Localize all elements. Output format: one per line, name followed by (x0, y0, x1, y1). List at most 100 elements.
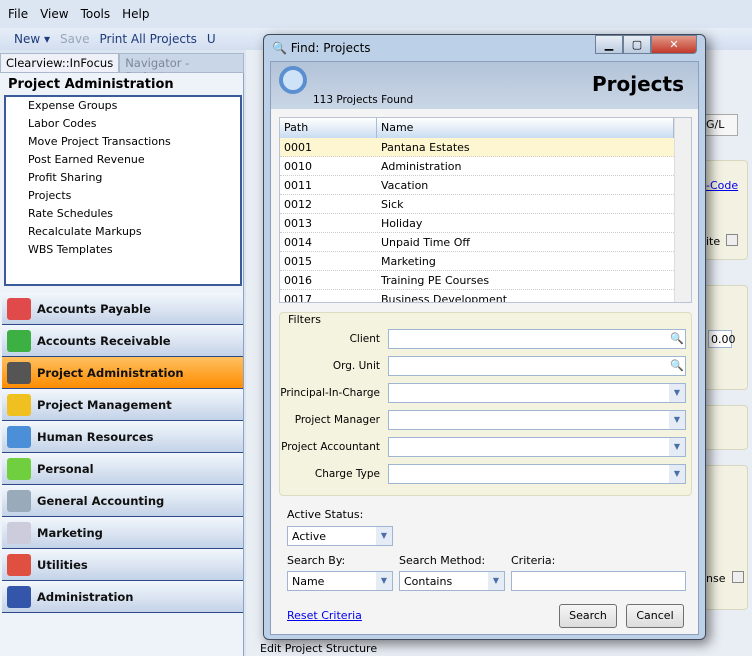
search-by-label: Search By: (287, 554, 346, 567)
principal-in-charge-label: Principal-In-Charge (280, 387, 380, 399)
ite-checkbox[interactable] (726, 234, 738, 246)
name-cell: Sick (381, 198, 404, 211)
edit-project-structure[interactable]: Edit Project Structure (260, 642, 377, 655)
table-row[interactable]: 0014 Unpaid Time Off (280, 233, 674, 252)
save-button[interactable]: Save (60, 32, 89, 46)
search-icon[interactable]: 🔍 (669, 330, 685, 348)
tab-navigator[interactable]: Navigator - Projects (119, 53, 244, 84)
charge-type-input[interactable]: ▼ (388, 464, 686, 484)
column-name[interactable]: Name (377, 118, 674, 138)
project-manager-label: Project Manager (294, 414, 380, 426)
chevron-down-icon[interactable]: ▼ (669, 438, 685, 456)
nse-checkbox[interactable] (732, 571, 744, 583)
toolbar-partial-button[interactable]: U (207, 32, 216, 46)
cancel-button[interactable]: Cancel (626, 604, 684, 628)
maximize-button[interactable]: ▢ (623, 35, 651, 54)
tree-item[interactable]: Recalculate Markups (6, 223, 240, 241)
nav-accounts-payable[interactable]: Accounts Payable (2, 293, 243, 325)
nav-label: Project Administration (37, 365, 184, 380)
criteria-label: Criteria: (511, 554, 556, 567)
search-icon[interactable]: 🔍 (669, 357, 685, 375)
nav-marketing[interactable]: Marketing (2, 517, 243, 549)
tree-item[interactable]: WBS Templates (6, 241, 240, 259)
project-management-icon (7, 393, 31, 416)
search-icon: 🔍 (272, 41, 287, 55)
client-input[interactable]: 🔍 (388, 329, 686, 349)
results-grid: Path Name 0001 Pantana Estates 0010 Adminis… (279, 117, 692, 303)
table-row[interactable]: 0017 Business Development (280, 290, 674, 302)
minimize-button[interactable]: ▁ (595, 35, 623, 54)
client-label: Client (349, 333, 380, 345)
chevron-down-icon[interactable]: ▼ (669, 465, 685, 483)
principal-in-charge-input[interactable]: ▼ (388, 383, 686, 403)
project-accountant-label: Project Accountant (281, 441, 380, 453)
tree-item[interactable]: Projects (6, 187, 240, 205)
nav-human-resources[interactable]: Human Resources (2, 421, 243, 453)
search-method-select[interactable]: Contains ▼ (399, 571, 505, 591)
nav-label: Marketing (37, 525, 103, 540)
nav-project-management[interactable]: Project Management (2, 389, 243, 421)
search-by-select[interactable]: Name ▼ (287, 571, 393, 591)
tree-item[interactable]: Profit Sharing (6, 169, 240, 187)
chevron-down-icon[interactable]: ▼ (669, 384, 685, 402)
project-manager-input[interactable]: ▼ (388, 410, 686, 430)
table-row[interactable]: 0010 Administration (280, 157, 674, 176)
magnifier-icon (279, 66, 307, 94)
tab-gl[interactable]: G/L (702, 114, 738, 136)
marketing-icon (7, 521, 31, 544)
amount-field[interactable]: 0.00 (708, 330, 736, 348)
menu-help[interactable]: Help (122, 7, 149, 21)
criteria-input[interactable] (511, 571, 686, 591)
close-button[interactable]: ✕ (651, 35, 697, 54)
charge-type-label: Charge Type (314, 468, 380, 480)
menu-file[interactable]: File (8, 7, 28, 21)
table-row[interactable]: 0012 Sick (280, 195, 674, 214)
nav-accounts-receivable[interactable]: Accounts Receivable (2, 325, 243, 357)
reset-criteria-link[interactable]: Reset Criteria (287, 609, 362, 622)
grid-header: Path Name (280, 118, 674, 138)
table-row[interactable]: 0013 Holiday (280, 214, 674, 233)
tab-clearview[interactable]: Clearview::InFocus (0, 53, 120, 73)
table-row[interactable]: 0016 Training PE Courses (280, 271, 674, 290)
path-cell: 0017 (284, 293, 312, 302)
menu-view[interactable]: View (40, 7, 68, 21)
tree-item[interactable]: Labor Codes (6, 115, 240, 133)
tree-item[interactable]: Rate Schedules (6, 205, 240, 223)
nav-utilities[interactable]: Utilities (2, 549, 243, 581)
nav-label: Personal (37, 461, 94, 476)
table-row[interactable]: 0015 Marketing (280, 252, 674, 271)
name-cell: Training PE Courses (381, 274, 490, 287)
print-all-projects-button[interactable]: Print All Projects (99, 32, 196, 46)
sidebar-heading: Project Administration (8, 77, 174, 92)
grid-scrollbar[interactable] (674, 118, 691, 302)
path-cell: 0011 (284, 179, 312, 192)
nav-personal[interactable]: Personal (2, 453, 243, 485)
accounts-receivable-icon (7, 329, 31, 352)
path-cell: 0013 (284, 217, 312, 230)
tree-item[interactable]: Expense Groups (6, 97, 240, 115)
utilities-icon (7, 553, 31, 576)
new-button[interactable]: New ▾ (14, 32, 50, 46)
administration-icon (7, 585, 31, 608)
path-cell: 0015 (284, 255, 312, 268)
nav-label: Accounts Payable (37, 301, 151, 316)
column-path[interactable]: Path (280, 118, 377, 138)
path-cell: 0001 (284, 141, 312, 154)
menu-tools[interactable]: Tools (81, 7, 111, 21)
org-unit-input[interactable]: 🔍 (388, 356, 686, 376)
nav-general-accounting[interactable]: General Accounting (2, 485, 243, 517)
nav-administration[interactable]: Administration (2, 581, 243, 613)
nav-project-administration[interactable]: Project Administration (2, 357, 243, 389)
table-row[interactable]: 0001 Pantana Estates (280, 138, 674, 157)
find-projects-dialog: 🔍 Find: Projects ▁ ▢ ✕ Projects 113 Proj… (263, 34, 706, 640)
table-row[interactable]: 0011 Vacation (280, 176, 674, 195)
code-link[interactable]: -Code (706, 179, 738, 192)
project-administration-icon (7, 361, 31, 384)
project-accountant-input[interactable]: ▼ (388, 437, 686, 457)
chevron-down-icon[interactable]: ▼ (669, 411, 685, 429)
org-unit-label: Org. Unit (332, 360, 380, 372)
tree-item[interactable]: Post Earned Revenue (6, 151, 240, 169)
tree-item[interactable]: Move Project Transactions (6, 133, 240, 151)
active-status-select[interactable]: Active ▼ (287, 526, 393, 546)
search-button[interactable]: Search (559, 604, 617, 628)
